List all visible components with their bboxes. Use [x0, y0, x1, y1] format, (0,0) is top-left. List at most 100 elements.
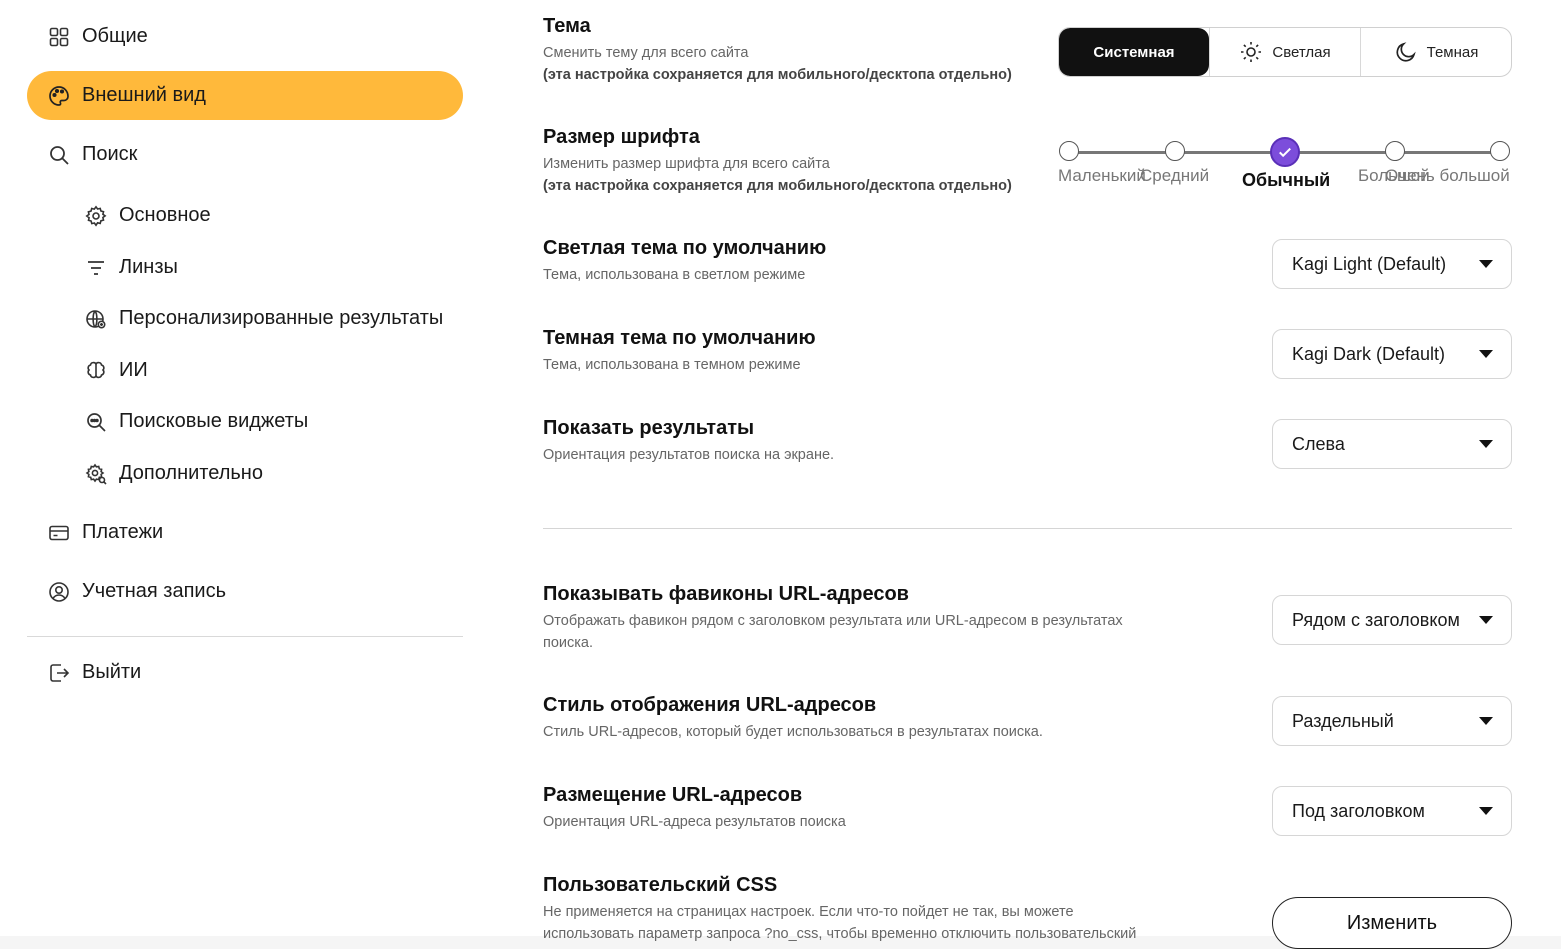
user-circle-icon [47, 580, 71, 604]
sidebar-item-label: Поисковые виджеты [119, 410, 309, 432]
theme-option-label: Темная [1426, 43, 1479, 61]
sidebar-divider [27, 636, 463, 637]
font-size-label-normal: Обычный [1242, 170, 1331, 190]
setting-desc: Отображать фавикон рядом с заголовком ре… [543, 613, 1123, 651]
favicons-select[interactable]: Рядом с заголовком [1272, 595, 1512, 645]
sidebar-item-label: Поиск [82, 143, 138, 165]
setting-light-default: Светлая тема по умолчанию Тема, использо… [543, 236, 1163, 286]
setting-font-size: Размер шрифта Изменить размер шрифта для… [543, 125, 1163, 197]
sidebar-item-logout[interactable]: Выйти [27, 648, 463, 697]
setting-title: Темная тема по умолчанию [543, 327, 816, 349]
filter-icon [84, 256, 108, 280]
globe-icon [84, 307, 108, 331]
url-placement-select[interactable]: Под заголовком [1272, 786, 1512, 836]
edit-custom-css-button[interactable]: Изменить [1272, 897, 1512, 949]
sidebar-item-label: Линзы [119, 256, 178, 278]
caret-down-icon [1479, 260, 1493, 268]
setting-desc: Не применяется на страницах настроек. Ес… [543, 904, 1137, 942]
setting-favicons: Показывать фавиконы URL-адресов Отобража… [543, 582, 1153, 654]
light-theme-select[interactable]: Kagi Light (Default) [1272, 239, 1512, 289]
setting-title: Размещение URL-адресов [543, 784, 803, 806]
sidebar-item-label: Общие [82, 25, 148, 47]
sun-icon [1241, 42, 1262, 62]
settings-sidebar: Общие Внешний вид Поиск Основное Линзы П… [0, 0, 484, 936]
sidebar-item-account[interactable]: Учетная запись [27, 567, 463, 616]
setting-title: Светлая тема по умолчанию [543, 237, 827, 259]
sidebar-item-label: Платежи [82, 521, 164, 543]
palette-icon [47, 84, 71, 108]
sidebar-item-label: Персонализированные результаты [119, 307, 444, 329]
caret-down-icon [1479, 717, 1493, 725]
advanced-gear-icon [84, 462, 108, 486]
caret-down-icon [1479, 350, 1493, 358]
select-value: Слева [1292, 433, 1345, 454]
font-size-label-xlarge: Очень большой [1385, 166, 1510, 185]
select-value: Kagi Light (Default) [1292, 253, 1447, 274]
font-size-label-medium: Средний [1140, 166, 1210, 185]
setting-url-style: Стиль отображения URL-адресов Стиль URL-… [543, 693, 1153, 743]
select-value: Kagi Dark (Default) [1292, 343, 1446, 364]
sidebar-item-search[interactable]: Поиск [27, 130, 463, 179]
setting-desc-text: Изменить размер шрифта для всего сайта [543, 156, 830, 172]
select-value: Рядом с заголовком [1292, 609, 1460, 630]
sidebar-item-label: ИИ [119, 359, 148, 381]
font-size-step-medium[interactable] [1165, 141, 1185, 161]
theme-segmented-control: Системная Светлая Темная [1058, 27, 1512, 77]
font-size-step-xlarge[interactable] [1490, 141, 1510, 161]
setting-desc: Тема, использована в светлом режиме [543, 267, 806, 283]
logout-icon [47, 661, 71, 685]
select-value: Раздельный [1292, 710, 1394, 731]
select-value: Под заголовком [1292, 800, 1425, 821]
font-size-step-normal[interactable] [1270, 137, 1300, 167]
settings-main: Тема Сменить тему для всего сайта (эта н… [484, 0, 1561, 949]
sidebar-item-personalized[interactable]: Персонализированные результаты [27, 294, 463, 343]
sidebar-item-basic[interactable]: Основное [27, 191, 463, 240]
font-size-step-large[interactable] [1385, 141, 1405, 161]
sidebar-item-payments[interactable]: Платежи [27, 508, 463, 557]
setting-title: Показывать фавиконы URL-адресов [543, 583, 909, 605]
check-icon [1279, 147, 1291, 158]
search-widget-icon [84, 410, 108, 434]
theme-option-label: Светлая [1272, 43, 1331, 61]
moon-icon [1396, 42, 1416, 62]
setting-desc: Тема, использована в темном режиме [543, 357, 801, 373]
dark-theme-select[interactable]: Kagi Dark (Default) [1272, 329, 1512, 379]
setting-results-position: Показать результаты Ориентация результат… [543, 416, 1163, 466]
caret-down-icon [1479, 440, 1493, 448]
results-position-select[interactable]: Слева [1272, 419, 1512, 469]
sidebar-item-appearance[interactable]: Внешний вид [27, 71, 463, 120]
font-size-label-small: Маленький [1058, 166, 1146, 185]
search-icon [47, 143, 71, 167]
setting-url-placement: Размещение URL-адресов Ориентация URL-ад… [543, 783, 1153, 833]
setting-desc: Стиль URL-адресов, который будет использ… [543, 724, 1043, 740]
caret-down-icon [1479, 807, 1493, 815]
sidebar-item-label: Выйти [82, 661, 142, 683]
section-divider [543, 528, 1512, 529]
brain-icon [84, 359, 108, 383]
caret-down-icon [1479, 616, 1493, 624]
sidebar-item-label: Основное [119, 204, 211, 226]
sidebar-item-search-widgets[interactable]: Поисковые виджеты [27, 397, 463, 446]
sidebar-item-lenses[interactable]: Линзы [27, 243, 463, 292]
theme-option-dark[interactable]: Темная [1360, 28, 1511, 76]
setting-custom-css: Пользовательский CSS Не применяется на с… [543, 873, 1153, 945]
sidebar-item-label: Внешний вид [82, 84, 206, 106]
font-size-step-small[interactable] [1059, 141, 1079, 161]
card-icon [47, 521, 71, 545]
setting-title: Пользовательский CSS [543, 874, 778, 896]
sidebar-item-label: Дополнительно [119, 462, 263, 484]
setting-dark-default: Темная тема по умолчанию Тема, использов… [543, 326, 1163, 376]
sidebar-item-general[interactable]: Общие [27, 12, 463, 61]
theme-option-light[interactable]: Светлая [1209, 28, 1360, 76]
setting-title: Показать результаты [543, 417, 755, 439]
setting-desc: Ориентация URL-адреса результатов поиска [543, 814, 846, 830]
grid-icon [47, 25, 71, 49]
gear-icon [84, 204, 108, 228]
setting-desc: Ориентация результатов поиска на экране. [543, 447, 835, 463]
theme-option-system[interactable]: Системная [1059, 28, 1209, 76]
sidebar-item-advanced[interactable]: Дополнительно [27, 449, 463, 498]
url-style-select[interactable]: Раздельный [1272, 696, 1512, 746]
sidebar-item-label: Учетная запись [82, 580, 227, 602]
theme-option-label: Системная [1093, 43, 1175, 61]
sidebar-item-ai[interactable]: ИИ [27, 346, 463, 395]
